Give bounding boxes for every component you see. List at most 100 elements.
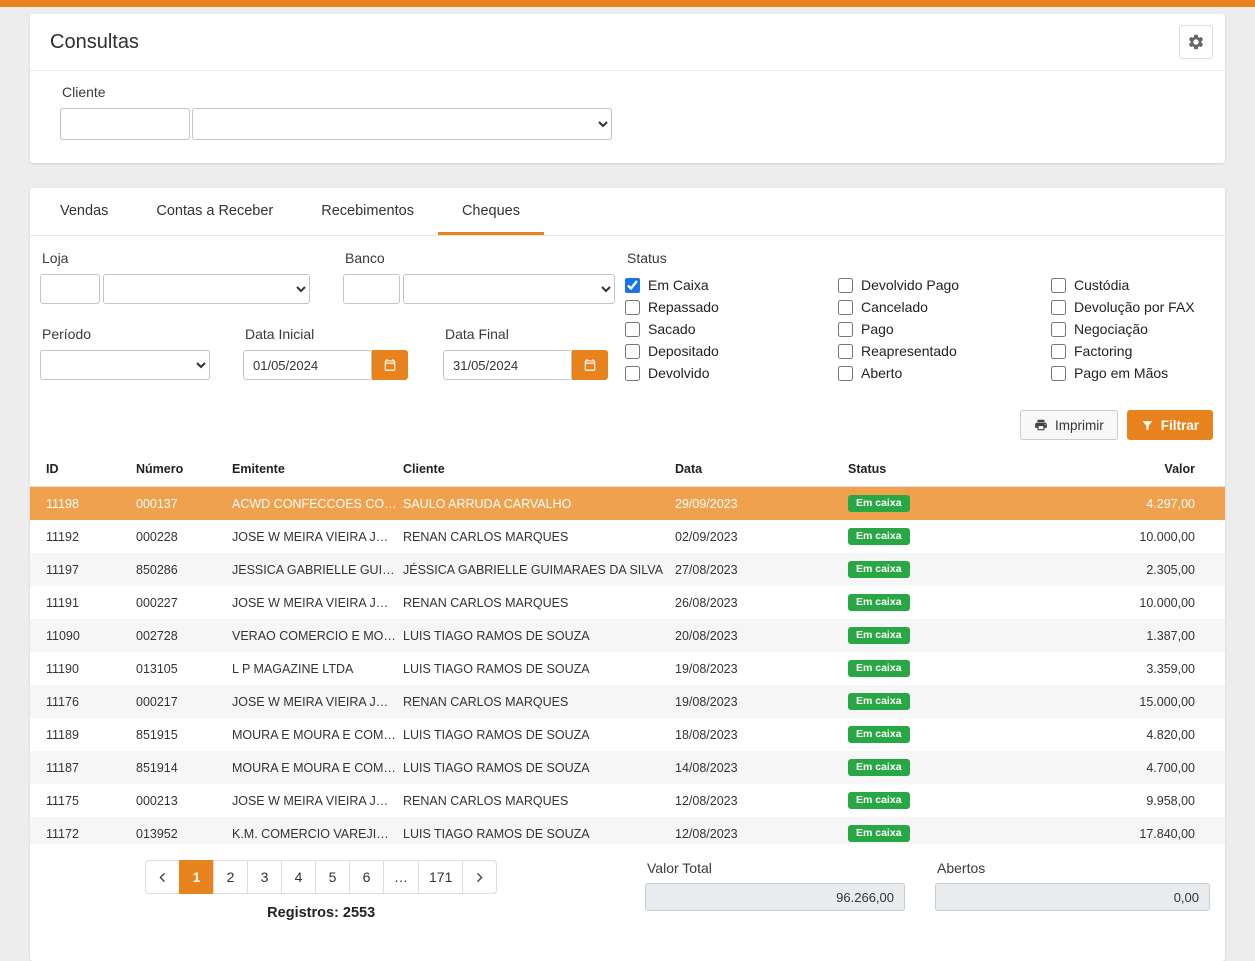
status-checkbox-devolucao-por-fax[interactable] [1051,300,1066,315]
results-card: VendasContas a ReceberRecebimentosCheque… [30,188,1225,961]
data-inicial-input[interactable] [243,350,372,380]
table-row[interactable]: 11090002728VERAO COMERCIO E MODAS…LUIS T… [30,619,1225,652]
banco-label: Banco [345,250,615,266]
table-row[interactable]: 11190013105L P MAGAZINE LTDALUIS TIAGO R… [30,652,1225,685]
status-checkbox-pago-em-maos[interactable] [1051,366,1066,381]
loja-select[interactable] [103,274,310,304]
table-row[interactable]: 11191000227JOSE W MEIRA VIEIRA JUNIORREN… [30,586,1225,619]
cell: 11192 [30,520,136,553]
cliente-select[interactable] [192,108,612,140]
calendar-icon [383,358,397,372]
tab-vendas[interactable]: Vendas [36,188,132,235]
status-option-devolvido-pago[interactable]: Devolvido Pago [838,278,1051,293]
status-checkbox-reapresentado[interactable] [838,344,853,359]
tab-contas-a-receber[interactable]: Contas a Receber [132,188,297,235]
status-option-devolvido[interactable]: Devolvido [625,366,838,381]
status-option-factoring[interactable]: Factoring [1051,344,1195,359]
pagination-page-5[interactable]: 5 [315,860,350,894]
table-row[interactable]: 11175000213JOSE W MEIRA VIEIRA JUNIORREN… [30,784,1225,817]
status-checkbox-negociacao[interactable] [1051,322,1066,337]
cell: 11187 [30,751,136,784]
status-option-reapresentado[interactable]: Reapresentado [838,344,1051,359]
cell: 18/08/2023 [675,718,848,751]
pagination-page-3[interactable]: 3 [247,860,282,894]
status-checkbox-devolvido[interactable] [625,366,640,381]
pagination-next-button[interactable] [462,860,497,894]
results-table-container[interactable]: IDNúmeroEmitenteClienteDataStatusValor 1… [30,453,1225,844]
status-checkbox-factoring[interactable] [1051,344,1066,359]
cliente-code-input[interactable] [60,108,190,140]
valor-total-input [645,883,905,911]
status-checkbox-repassado[interactable] [625,300,640,315]
cell: L P MAGAZINE LTDA [232,652,403,685]
status-checkbox-custodia[interactable] [1051,278,1066,293]
periodo-select[interactable] [40,350,210,380]
cell: 26/08/2023 [675,586,848,619]
status-option-em-caixa[interactable]: Em Caixa [625,278,838,293]
cell: 000137 [136,487,232,521]
status-checkbox-depositado[interactable] [625,344,640,359]
cell-status: Em caixa [848,487,1018,521]
banco-code-input[interactable] [343,274,400,304]
pagination-page-2[interactable]: 2 [213,860,248,894]
status-column: Em Caixa Repassado Sacado Depositado Devolvi… [625,278,838,381]
status-option-aberto[interactable]: Aberto [838,366,1051,381]
cell: LUIS TIAGO RAMOS DE SOUZA [403,652,675,685]
table-row[interactable]: 11198000137ACWD CONFECCOES COMER…SAULO A… [30,487,1225,521]
status-option-repassado[interactable]: Repassado [625,300,838,315]
status-option-label: Sacado [648,322,695,337]
pagination-prev-button[interactable] [145,860,180,894]
pagination-page-6[interactable]: 6 [349,860,384,894]
table-row[interactable]: 11189851915MOURA E MOURA E COM VA…LUIS T… [30,718,1225,751]
status-option-sacado[interactable]: Sacado [625,322,838,337]
column-header-status: Status [848,453,1018,487]
loja-code-input[interactable] [40,274,100,304]
cell: 851915 [136,718,232,751]
table-row[interactable]: 11192000228JOSE W MEIRA VIEIRA JUNIORREN… [30,520,1225,553]
cell: LUIS TIAGO RAMOS DE SOUZA [403,751,675,784]
status-option-pago[interactable]: Pago [838,322,1051,337]
settings-button[interactable] [1179,25,1213,59]
status-checkbox-em-caixa[interactable] [625,278,640,293]
banco-select[interactable] [403,274,615,304]
valor-total-label: Valor Total [647,860,905,876]
status-checkbox-devolvido-pago[interactable] [838,278,853,293]
printer-icon [1034,418,1048,432]
data-final-calendar-button[interactable] [572,350,608,380]
tab-recebimentos[interactable]: Recebimentos [297,188,438,235]
banco-field-group: Banco [343,250,615,304]
status-option-devolucao-por-fax[interactable]: Devolução por FAX [1051,300,1195,315]
cell-valor: 4.820,00 [1018,718,1225,751]
imprimir-button[interactable]: Imprimir [1020,410,1118,440]
status-checkbox-sacado[interactable] [625,322,640,337]
loja-field-group: Loja [40,250,310,304]
pagination-page-4[interactable]: 4 [281,860,316,894]
data-final-input[interactable] [443,350,572,380]
status-checkbox-cancelado[interactable] [838,300,853,315]
status-option-cancelado[interactable]: Cancelado [838,300,1051,315]
status-option-custodia[interactable]: Custódia [1051,278,1195,293]
table-row[interactable]: 11187851914MOURA E MOURA E COM VA…LUIS T… [30,751,1225,784]
status-option-depositado[interactable]: Depositado [625,344,838,359]
tabs: VendasContas a ReceberRecebimentosCheque… [30,188,1225,236]
status-badge: Em caixa [848,660,910,677]
status-option-label: Pago [861,322,894,337]
filtrar-button[interactable]: Filtrar [1127,410,1213,440]
cell-valor: 3.359,00 [1018,652,1225,685]
status-checkbox-pago[interactable] [838,322,853,337]
status-option-pago-em-maos[interactable]: Pago em Mãos [1051,366,1195,381]
tab-cheques[interactable]: Cheques [438,188,544,235]
action-buttons: Imprimir Filtrar [30,410,1225,440]
pagination-page-171[interactable]: 171 [418,860,463,894]
status-checkbox-aberto[interactable] [838,366,853,381]
status-option-negociacao[interactable]: Negociação [1051,322,1195,337]
data-inicial-calendar-button[interactable] [372,350,408,380]
chevron-right-icon [473,871,486,884]
table-row[interactable]: 11176000217JOSE W MEIRA VIEIRA JUNIORREN… [30,685,1225,718]
status-option-label: Pago em Mãos [1074,366,1168,381]
table-row[interactable]: 11197850286JESSICA GABRIELLE GUIMA…JÉSSI… [30,553,1225,586]
table-row[interactable]: 11172013952K.M. COMERCIO VAREJISTA …LUIS… [30,817,1225,844]
cliente-section: Cliente [30,71,1225,163]
cell: 19/08/2023 [675,685,848,718]
pagination-page-1[interactable]: 1 [179,860,214,894]
